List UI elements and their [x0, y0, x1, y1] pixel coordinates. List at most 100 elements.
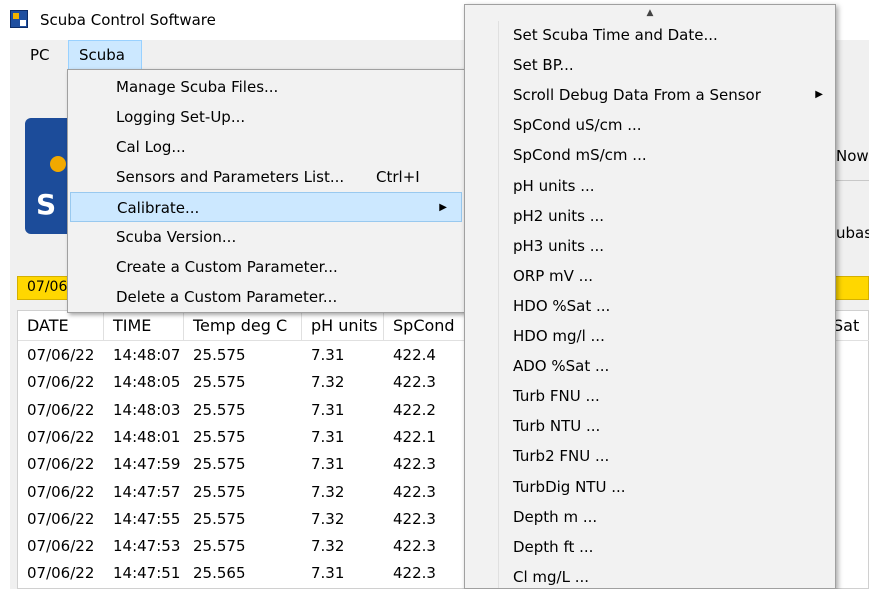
submenu-item-hdo-sat[interactable]: HDO %Sat ... [501, 291, 835, 321]
submenu-item-label: pH units ... [513, 176, 595, 195]
submenu-item-label: Depth ft ... [513, 537, 594, 556]
cell-temp: 25.575 [193, 537, 246, 556]
cell-time: 14:47:57 [113, 482, 181, 501]
cell-time: 14:47:59 [113, 455, 181, 474]
menu-item-label: Cal Log... [116, 138, 186, 156]
submenu-item-label: SpCond mS/cm ... [513, 146, 647, 165]
cell-temp: 25.575 [193, 346, 246, 364]
submenu-item-depth-m[interactable]: Depth m ... [501, 502, 835, 532]
cell-ph: 7.31 [311, 564, 345, 583]
menu-item-delete-custom-parameter[interactable]: Delete a Custom Parameter... [70, 282, 462, 312]
submenu-item-label: Cl mg/L ... [513, 567, 590, 586]
cell-date: 07/06/22 [27, 427, 95, 446]
cell-time: 14:48:01 [113, 427, 181, 446]
menu-item-create-custom-parameter[interactable]: Create a Custom Parameter... [70, 252, 462, 282]
cell-time: 14:47:55 [113, 509, 181, 528]
submenu-item-label: Set BP... [513, 56, 574, 75]
cell-spcond: 422.3 [393, 564, 436, 583]
cell-date: 07/06/22 [27, 400, 95, 419]
cell-date: 07/06/22 [27, 455, 95, 474]
column-header-time[interactable]: TIME [104, 311, 184, 341]
cell-spcond: 422.2 [393, 400, 436, 419]
menu-item-scuba-version[interactable]: Scuba Version... [70, 222, 462, 252]
submenu-item-depth-ft[interactable]: Depth ft ... [501, 532, 835, 562]
submenu-item-set-bp[interactable]: Set BP... [501, 50, 835, 80]
cell-temp: 25.575 [193, 482, 246, 501]
menu-pc[interactable]: PC [20, 40, 60, 70]
menu-item-shortcut: Ctrl+I [376, 168, 420, 186]
scuba-control-window: Scuba Control Software PC Scuba S Now ub… [0, 0, 869, 589]
scuba-dropdown-menu: Manage Scuba Files... Logging Set-Up... … [67, 69, 465, 313]
cell-time: 14:48:05 [113, 373, 181, 392]
submenu-item-turbdig-ntu[interactable]: TurbDig NTU ... [501, 472, 835, 502]
submenu-item-label: Turb FNU ... [513, 387, 600, 406]
cell-time: 14:47:53 [113, 537, 181, 556]
menu-item-logging-setup[interactable]: Logging Set-Up... [70, 102, 462, 132]
submenu-item-set-scuba-time-and-date[interactable]: Set Scuba Time and Date... [501, 20, 835, 50]
cell-time: 14:48:03 [113, 400, 181, 419]
submenu-arrow-icon: ▶ [439, 202, 447, 213]
calibrate-submenu: ▲ Set Scuba Time and Date... Set BP... Scr… [464, 4, 836, 589]
menu-item-label: Create a Custom Parameter... [116, 258, 338, 276]
submenu-item-ph3-units[interactable]: pH3 units ... [501, 231, 835, 261]
cell-date: 07/06/22 [27, 564, 95, 583]
cell-temp: 25.575 [193, 455, 246, 474]
submenu-item-turb-fnu[interactable]: Turb FNU ... [501, 381, 835, 411]
submenu-item-label: TurbDig NTU ... [513, 477, 626, 496]
submenu-item-turb-ntu[interactable]: Turb NTU ... [501, 411, 835, 441]
cell-date: 07/06/22 [27, 346, 95, 364]
submenu-item-label: HDO %Sat ... [513, 296, 611, 315]
menu-item-label: Delete a Custom Parameter... [116, 288, 338, 306]
cell-ph: 7.31 [311, 346, 345, 364]
scroll-up-arrow-icon[interactable]: ▲ [465, 5, 835, 21]
submenu-item-cl-mg-l[interactable]: Cl mg/L ... [501, 562, 835, 588]
menu-item-label: Manage Scuba Files... [116, 78, 279, 96]
cell-spcond: 422.3 [393, 537, 436, 556]
submenu-icon-gutter [465, 21, 499, 588]
cell-spcond: 422.3 [393, 455, 436, 474]
column-header-sat[interactable]: Sat [833, 311, 859, 341]
submenu-arrow-icon: ▶ [815, 89, 823, 101]
cell-date: 07/06/22 [27, 509, 95, 528]
cell-time: 14:47:51 [113, 564, 181, 583]
cell-time: 14:48:07 [113, 346, 181, 364]
submenu-item-hdo-mg-l[interactable]: HDO mg/l ... [501, 321, 835, 351]
cell-temp: 25.575 [193, 427, 246, 446]
submenu-item-ph2-units[interactable]: pH2 units ... [501, 201, 835, 231]
logo-letter: S [36, 188, 57, 221]
cell-date: 07/06/22 [27, 537, 95, 556]
submenu-item-spcond-us-cm[interactable]: SpCond uS/cm ... [501, 110, 835, 140]
column-header-ph[interactable]: pH units [302, 311, 384, 341]
submenu-item-label: Turb2 FNU ... [513, 447, 610, 466]
cell-ph: 7.32 [311, 537, 345, 556]
submenu-item-label: pH3 units ... [513, 236, 605, 255]
column-header-temp[interactable]: Temp deg C [184, 311, 302, 341]
submenu-item-label: ADO %Sat ... [513, 357, 610, 376]
menu-item-label: Sensors and Parameters List... [116, 168, 345, 186]
submenu-item-turb2-fnu[interactable]: Turb2 FNU ... [501, 441, 835, 471]
submenu-item-scroll-debug-data-from-a-sensor[interactable]: Scroll Debug Data From a Sensor ▶ [501, 80, 835, 110]
menu-scuba[interactable]: Scuba [68, 40, 142, 70]
cell-temp: 25.565 [193, 564, 246, 583]
column-header-date[interactable]: DATE [18, 311, 104, 341]
status-date: 07/06 [27, 279, 68, 295]
submenu-item-label: Turb NTU ... [513, 417, 601, 436]
submenu-item-ph-units[interactable]: pH units ... [501, 171, 835, 201]
menu-item-sensors-parameters-list[interactable]: Sensors and Parameters List... Ctrl+I [70, 162, 462, 192]
column-header-spcond[interactable]: SpCond [384, 311, 466, 341]
cell-temp: 25.575 [193, 400, 246, 419]
menu-item-manage-scuba-files[interactable]: Manage Scuba Files... [70, 72, 462, 102]
submenu-item-label: Depth m ... [513, 507, 598, 526]
menu-item-cal-log[interactable]: Cal Log... [70, 132, 462, 162]
submenu-item-spcond-ms-cm[interactable]: SpCond mS/cm ... [501, 140, 835, 170]
cell-spcond: 422.3 [393, 482, 436, 501]
cell-ph: 7.32 [311, 509, 345, 528]
submenu-item-orp-mv[interactable]: ORP mV ... [501, 261, 835, 291]
cell-temp: 25.575 [193, 509, 246, 528]
right-divider [836, 180, 869, 194]
cell-date: 07/06/22 [27, 373, 95, 392]
cell-spcond: 422.3 [393, 373, 436, 392]
menu-item-calibrate[interactable]: Calibrate... ▶ [70, 192, 462, 222]
cell-ph: 7.32 [311, 482, 345, 501]
submenu-item-ado-sat[interactable]: ADO %Sat ... [501, 351, 835, 381]
